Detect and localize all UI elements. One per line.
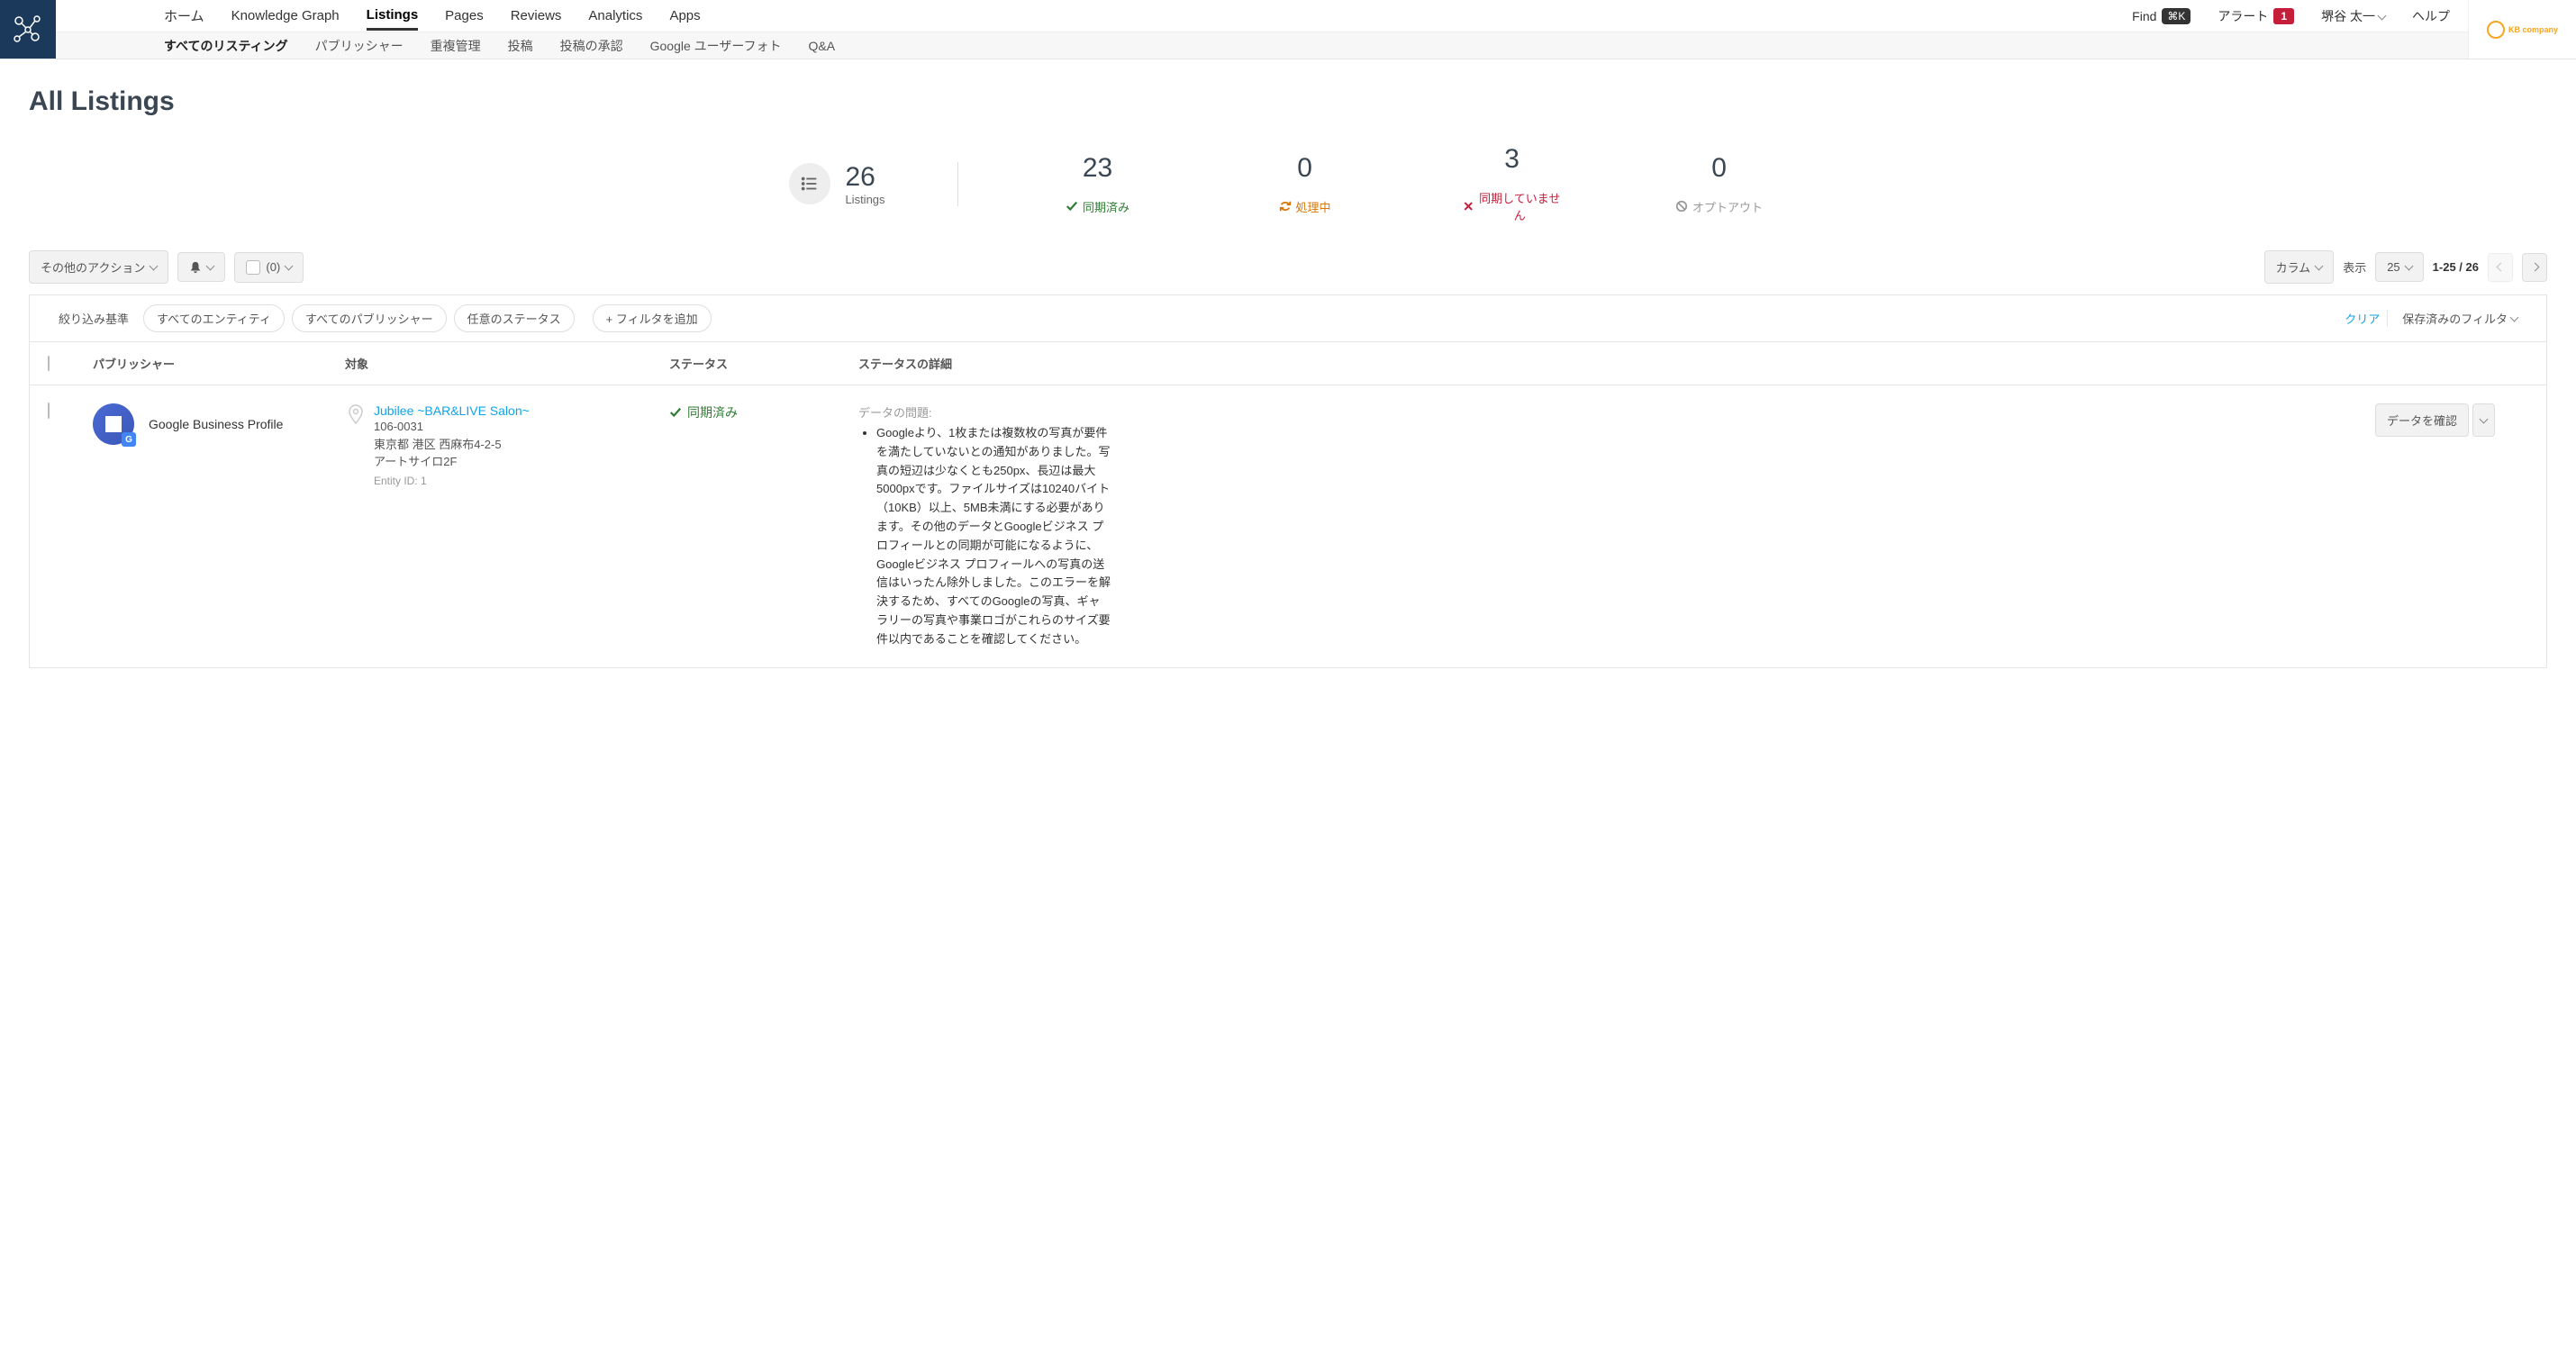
chevron-down-icon: [207, 260, 213, 274]
stat-not-synced[interactable]: 3 同期していません: [1445, 144, 1580, 223]
entity-id: Entity ID: 1: [374, 475, 530, 487]
user-name: 堺谷 太一: [2321, 7, 2375, 25]
verify-data-button[interactable]: データを確認: [2375, 403, 2469, 437]
nav-knowledge-graph[interactable]: Knowledge Graph: [231, 3, 340, 29]
detail-body: Googleより、1枚または複数枚の写真が要件を満たしていないとの通知がありまし…: [876, 424, 1111, 649]
stat-optout[interactable]: 0 オプトアウト: [1652, 153, 1787, 215]
refresh-icon: [1279, 200, 1292, 213]
notifications-button[interactable]: [177, 252, 225, 282]
chevron-left-icon: [2498, 260, 2504, 275]
subnav-google-user-photos[interactable]: Google ユーザーフォト: [650, 37, 782, 55]
row-menu-button[interactable]: [2472, 403, 2495, 437]
filter-label: 絞り込み基準: [59, 310, 129, 327]
table-header: パブリッシャー 対象 ステータス ステータスの詳細: [30, 342, 2546, 385]
entity-address: 東京都 港区 西麻布4-2-5: [374, 436, 530, 454]
subnav-qa[interactable]: Q&A: [809, 39, 836, 53]
nav-listings[interactable]: Listings: [367, 2, 419, 31]
entity-name-link[interactable]: Jubilee ~BAR&LIVE Salon~: [374, 403, 530, 418]
subnav-post-approval[interactable]: 投稿の承認: [560, 37, 623, 55]
alerts-button[interactable]: アラート 1: [2218, 7, 2294, 25]
show-label: 表示: [2343, 258, 2366, 276]
th-status: ステータス: [669, 355, 858, 372]
entity-postal: 106-0031: [374, 418, 530, 436]
detail-title: データの問題:: [858, 403, 2375, 421]
nav-apps[interactable]: Apps: [669, 3, 700, 29]
page-size-select[interactable]: 25: [2375, 252, 2423, 282]
page-range: 1-25 / 26: [2433, 260, 2479, 274]
map-pin-icon: [345, 403, 367, 425]
alert-count-badge: 1: [2273, 8, 2294, 24]
clear-filters-link[interactable]: クリア: [2345, 310, 2380, 327]
subnav-duplicates[interactable]: 重複管理: [431, 37, 481, 55]
th-target: 対象: [345, 355, 669, 372]
add-filter-button[interactable]: + フィルタを追加: [593, 304, 712, 332]
page-title: All Listings: [0, 59, 2576, 135]
filter-all-entities[interactable]: すべてのエンティティ: [143, 304, 285, 332]
chevron-down-icon: [2481, 413, 2487, 427]
entity-building: アートサイロ2F: [374, 453, 530, 471]
select-all-checkbox[interactable]: [48, 356, 50, 371]
chevron-down-icon: [2379, 9, 2385, 23]
check-icon: [669, 406, 682, 419]
chevron-down-icon: [2406, 260, 2412, 274]
stat-listings-count: 26: [845, 162, 884, 193]
stat-synced[interactable]: 23 同期済み: [1030, 153, 1166, 215]
other-actions-button[interactable]: その他のアクション: [29, 250, 168, 284]
nav-home[interactable]: ホーム: [164, 1, 204, 31]
table-row: Google Business Profile Jubilee ~BAR&LIV…: [30, 385, 2546, 667]
next-page-button[interactable]: [2522, 253, 2547, 282]
columns-button[interactable]: カラム: [2264, 250, 2335, 284]
find-shortcut: ⌘K: [2162, 8, 2191, 24]
filter-any-status[interactable]: 任意のステータス: [454, 304, 575, 332]
chevron-down-icon: [2316, 260, 2322, 274]
app-logo[interactable]: [0, 0, 56, 59]
th-status-detail: ステータスの詳細: [858, 355, 2375, 372]
nav-analytics[interactable]: Analytics: [588, 3, 642, 29]
chevron-down-icon: [2511, 312, 2517, 325]
find-label: Find: [2132, 9, 2156, 23]
nav-reviews[interactable]: Reviews: [511, 3, 562, 29]
subnav-publishers[interactable]: パブリッシャー: [315, 37, 404, 55]
select-count-button[interactable]: (0): [234, 252, 304, 283]
filter-all-publishers[interactable]: すべてのパブリッシャー: [292, 304, 447, 332]
publisher-name: Google Business Profile: [149, 417, 283, 431]
stat-listings: 26 Listings: [789, 162, 957, 206]
chevron-down-icon: [150, 260, 157, 274]
stat-processing[interactable]: 0 処理中: [1238, 153, 1373, 215]
nav-pages[interactable]: Pages: [445, 3, 484, 29]
status-text: 同期済み: [687, 403, 738, 421]
subnav-posts[interactable]: 投稿: [508, 37, 533, 55]
user-menu[interactable]: 堺谷 太一: [2321, 7, 2385, 25]
alert-label: アラート: [2218, 7, 2268, 25]
prev-page-button[interactable]: [2488, 253, 2513, 282]
bell-icon: [189, 261, 202, 274]
checkbox-icon: [246, 260, 260, 275]
stat-listings-label: Listings: [845, 193, 884, 206]
chevron-right-icon: [2532, 260, 2538, 275]
x-icon: [1463, 200, 1474, 213]
chevron-down-icon: [286, 260, 292, 274]
check-icon: [1066, 200, 1078, 213]
subnav-all-listings[interactable]: すべてのリスティング: [164, 37, 288, 55]
list-icon: [789, 163, 830, 204]
row-checkbox[interactable]: [48, 403, 50, 419]
ban-icon: [1675, 200, 1688, 213]
find-button[interactable]: Find ⌘K: [2132, 8, 2191, 24]
help-link[interactable]: ヘルプ: [2412, 7, 2450, 25]
company-logo: KB company: [2468, 0, 2576, 59]
google-business-icon: [93, 403, 134, 445]
saved-filters-button[interactable]: 保存済みのフィルタ: [2387, 310, 2517, 327]
th-publisher: パブリッシャー: [84, 355, 345, 372]
